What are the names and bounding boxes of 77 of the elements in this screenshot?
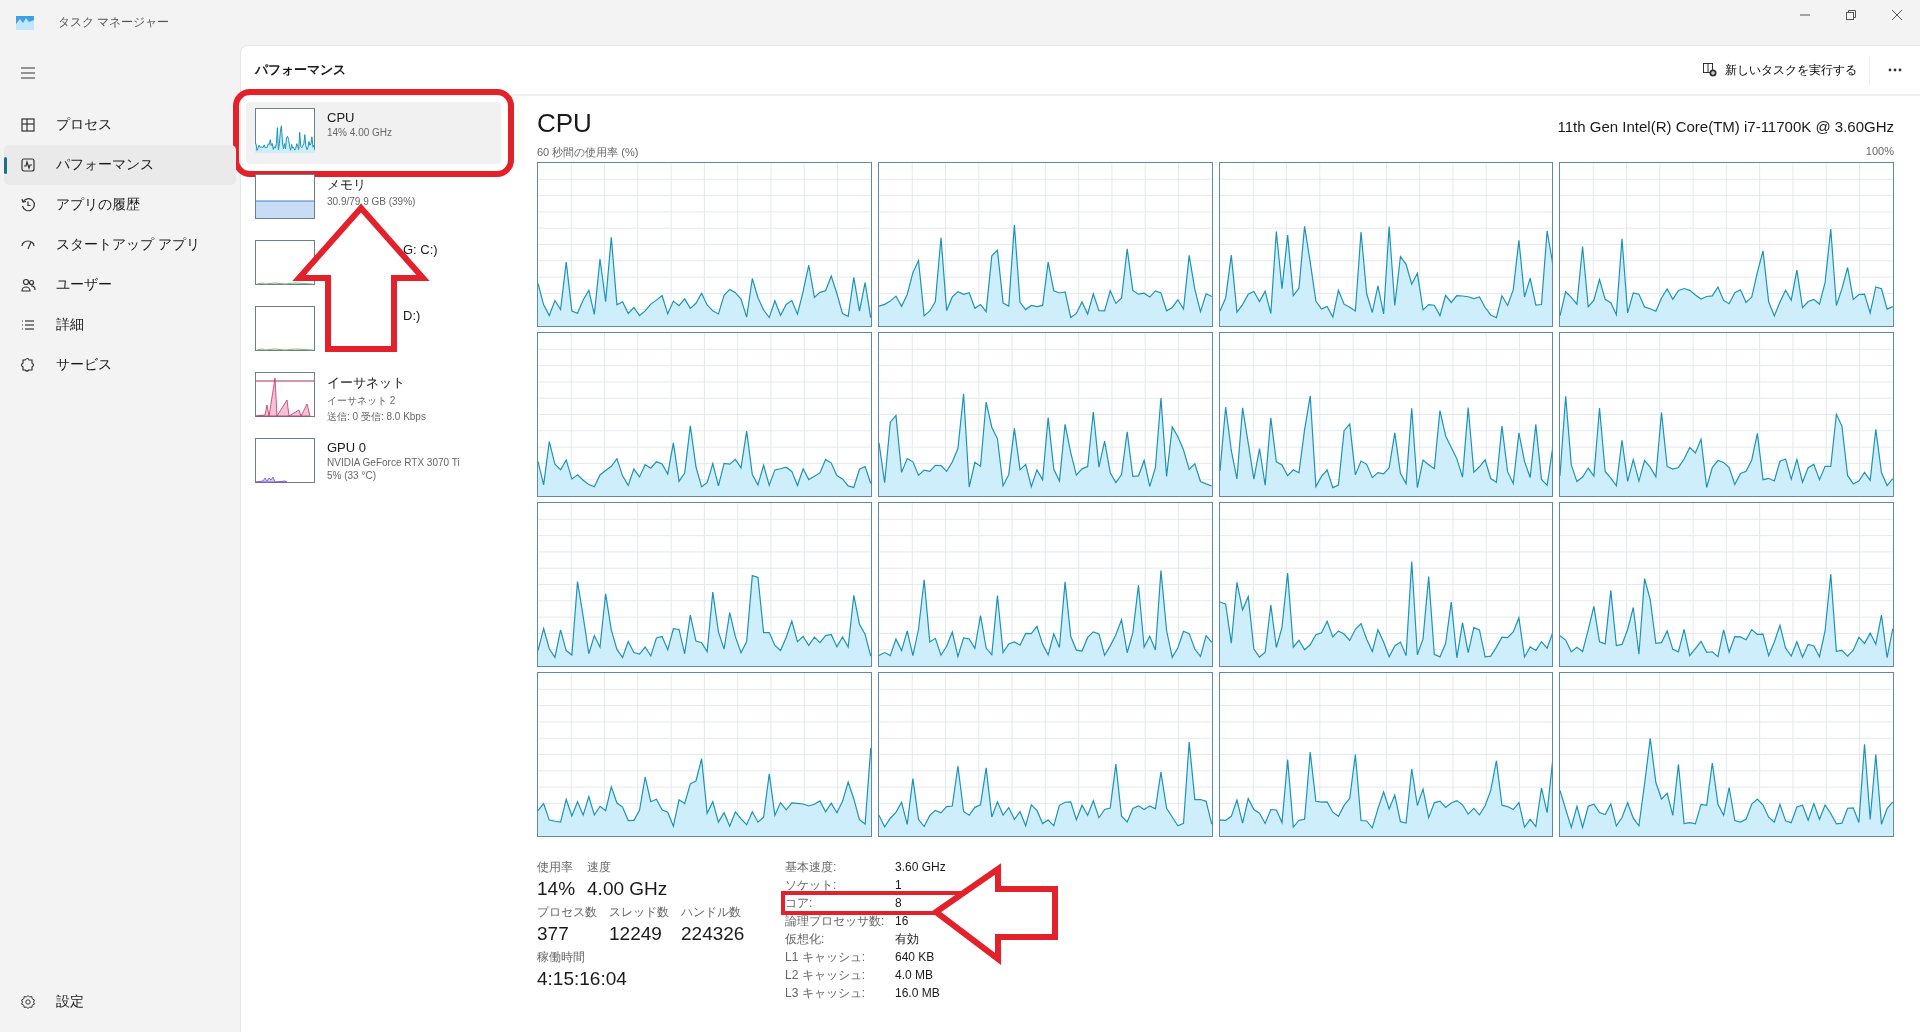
- device-info: NVIDIA GeForce RTX 3070 Ti: [327, 457, 460, 468]
- run-new-task-button[interactable]: 新しいタスクを実行する: [1691, 55, 1870, 85]
- nav-item[interactable]: パフォーマンス: [4, 145, 236, 185]
- stat-label: 稼働時間: [537, 949, 586, 966]
- cpu-graph-thumbnail: [255, 108, 315, 153]
- stat-label: 速度: [587, 859, 613, 876]
- spec-value: 8: [895, 895, 903, 911]
- new-task-icon: [1703, 63, 1717, 77]
- menu-icon: [20, 67, 36, 79]
- gpu-graph-thumbnail: [255, 438, 315, 483]
- spec-label: L3 キャッシュ:: [785, 985, 866, 1001]
- users-icon: [20, 277, 36, 293]
- nav-item[interactable]: アプリの履歴: [4, 185, 236, 225]
- settings-item[interactable]: 設定: [4, 982, 236, 1022]
- pulse-icon: [20, 157, 36, 173]
- stat-value: 224326: [681, 923, 745, 945]
- nav-item[interactable]: 詳細: [4, 305, 236, 345]
- network-graph-thumbnail: [255, 372, 315, 417]
- memory-graph-thumbnail: [255, 174, 315, 219]
- cpu-model: 11th Gen Intel(R) Core(TM) i7-11700K @ 3.60GHz: [1557, 118, 1894, 137]
- device-item[interactable]: D:): [246, 300, 501, 362]
- device-item[interactable]: メモリ 30.9/79.9 GB (39%): [246, 168, 501, 230]
- device-info: イーサネット 2: [327, 394, 397, 408]
- nav-item[interactable]: プロセス: [4, 105, 236, 145]
- graph-max-label: 100%: [1865, 145, 1894, 159]
- stat-value: 4.00 GHz: [587, 878, 668, 900]
- device-info: 30.9/79.9 GB (39%): [327, 196, 416, 207]
- spec-value: 4.0 MB: [895, 967, 934, 983]
- stat-value: 14%: [537, 878, 576, 900]
- nav-item[interactable]: スタートアップ アプリ: [4, 225, 236, 265]
- list-icon: [20, 317, 36, 333]
- nav-item[interactable]: ユーザー: [4, 265, 236, 305]
- history-icon: [20, 197, 36, 213]
- graph-label: 60 秒間の使用率 (%): [537, 145, 639, 160]
- device-name: CPU: [327, 110, 356, 125]
- disk-graph-thumbnail: [255, 306, 315, 351]
- spec-label: 仮想化:: [785, 931, 826, 947]
- spec-value: 16.0 MB: [895, 985, 941, 1001]
- device-item[interactable]: GPU 0 NVIDIA GeForce RTX 3070 Ti 5% (33 °C): [246, 432, 501, 494]
- settings-icon: [20, 994, 36, 1010]
- spec-label: L1 キャッシュ:: [785, 949, 866, 965]
- close-icon: [1892, 10, 1902, 20]
- stat-label: 使用率: [537, 859, 574, 876]
- grid-icon: [20, 117, 36, 133]
- spec-label: 論理プロセッサ数:: [785, 913, 886, 929]
- device-name: イーサネット: [327, 374, 406, 392]
- device-info: 送信: 0 受信: 8.0 Kbps: [327, 410, 426, 424]
- spec-value: 3.60 GHz: [895, 859, 947, 875]
- spec-value: 有効: [895, 931, 920, 947]
- detail-title: CPU: [537, 108, 592, 139]
- device-name: D:): [403, 308, 421, 323]
- spec-label: L2 キャッシュ:: [785, 967, 866, 983]
- more-icon: [1888, 68, 1902, 72]
- stat-label: プロセス数: [537, 904, 597, 921]
- stat-value: 4:15:16:04: [537, 968, 627, 990]
- device-info: 14% 4.00 GHz: [327, 127, 393, 138]
- device-name: G: C:): [403, 242, 438, 257]
- window-title: タスク マネージャー: [58, 14, 170, 31]
- spec-value: 640 KB: [895, 949, 936, 965]
- stat-value: 12249: [609, 923, 663, 945]
- device-info: 5% (33 °C): [327, 470, 377, 481]
- stat-label: ハンドル数: [681, 904, 742, 921]
- page-title: パフォーマンス: [255, 61, 346, 79]
- spec-label: コア:: [785, 895, 814, 911]
- restore-icon: [1846, 10, 1856, 20]
- device-name: GPU 0: [327, 440, 367, 455]
- stat-value: 377: [537, 923, 570, 945]
- spec-value: 16: [895, 913, 910, 929]
- nav-item[interactable]: サービス: [4, 345, 236, 385]
- spec-value: 1: [895, 877, 903, 893]
- device-name: メモリ: [327, 176, 367, 194]
- stat-label: スレッド数: [609, 904, 669, 921]
- device-item[interactable]: CPU 14% 4.00 GHz: [246, 102, 501, 164]
- spec-label: ソケット:: [785, 877, 838, 893]
- device-item[interactable]: イーサネット イーサネット 2 送信: 0 受信: 8.0 Kbps: [246, 366, 501, 428]
- app-icon: [16, 15, 34, 30]
- spec-label: 基本速度:: [785, 859, 838, 875]
